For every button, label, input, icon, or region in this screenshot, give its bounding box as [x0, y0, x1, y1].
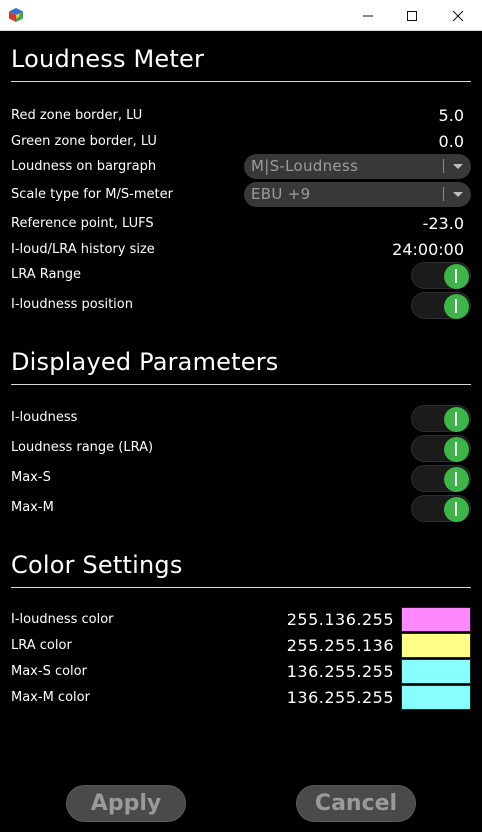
chevron-down-icon [453, 192, 463, 197]
row-reference-point: Reference point, LUFS -23.0 [11, 212, 471, 238]
red-zone-value[interactable]: 5.0 [439, 106, 464, 125]
toggle-on-mark [455, 269, 457, 283]
row-display-iloudness: I-loudness [11, 405, 471, 432]
toggle-knob [444, 437, 469, 462]
app-cube-icon [9, 8, 23, 22]
section-divider [11, 81, 471, 82]
bargraph-dropdown[interactable]: M|S-Loudness [244, 154, 471, 179]
green-zone-value[interactable]: 0.0 [439, 132, 464, 151]
row-green-zone: Green zone border, LU 0.0 [11, 130, 471, 156]
maximize-button[interactable] [389, 0, 435, 31]
close-button[interactable] [435, 0, 481, 31]
maxm-color-swatch[interactable] [401, 685, 471, 710]
row-bargraph: Loudness on bargraph M|S-Loudness [11, 154, 471, 180]
bargraph-selected-value: M|S-Loudness [251, 157, 359, 175]
toggle-on-mark [455, 299, 457, 313]
row-lra-color: LRA color 255.255.136 [11, 633, 471, 660]
toggle-on-mark [455, 472, 457, 486]
display-iloudness-toggle[interactable] [411, 405, 471, 432]
bargraph-label: Loudness on bargraph [11, 159, 157, 174]
scale-type-dropdown[interactable]: EBU +9 [244, 182, 471, 207]
lra-range-label: LRA Range [11, 267, 81, 282]
display-maxm-toggle[interactable] [411, 495, 471, 522]
close-icon [452, 10, 464, 21]
toggle-knob [444, 407, 469, 432]
dropdown-separator [443, 159, 444, 173]
section-title-displayed-parameters: Displayed Parameters [11, 348, 279, 376]
reference-point-value[interactable]: -23.0 [423, 214, 464, 233]
lra-color-label: LRA color [11, 638, 72, 653]
iloudness-color-label: I-loudness color [11, 612, 114, 627]
scale-type-selected-value: EBU +9 [251, 185, 311, 203]
lra-color-value[interactable]: 255.255.136 [287, 636, 394, 655]
row-scale-type: Scale type for M/S-meter EBU +9 [11, 182, 471, 208]
section-title-loudness-meter: Loudness Meter [11, 45, 205, 73]
section-divider [11, 384, 471, 385]
toggle-on-mark [455, 442, 457, 456]
row-display-lra: Loudness range (LRA) [11, 435, 471, 462]
toggle-on-mark [455, 412, 457, 426]
row-display-maxm: Max-M [11, 495, 471, 522]
row-history-size: I-loud/LRA history size 24:00:00 [11, 238, 471, 264]
display-maxs-label: Max-S [11, 470, 51, 485]
maxm-color-value[interactable]: 136.255.255 [287, 688, 394, 707]
chevron-down-icon [453, 164, 463, 169]
row-maxs-color: Max-S color 136.255.255 [11, 659, 471, 686]
red-zone-label: Red zone border, LU [11, 108, 143, 123]
section-divider [11, 587, 471, 588]
iloudness-color-value[interactable]: 255.136.255 [287, 610, 394, 629]
title-bar [0, 0, 482, 31]
display-maxm-label: Max-M [11, 500, 54, 515]
maxs-color-swatch[interactable] [401, 659, 471, 684]
row-red-zone: Red zone border, LU 5.0 [11, 104, 471, 130]
scale-type-label: Scale type for M/S-meter [11, 187, 173, 202]
dropdown-separator [443, 187, 444, 201]
cancel-button[interactable]: Cancel [296, 785, 416, 822]
row-iloudness-position: I-loudness position [11, 292, 471, 319]
reference-point-label: Reference point, LUFS [11, 216, 154, 231]
section-title-color-settings: Color Settings [11, 551, 183, 579]
minimize-button[interactable] [345, 0, 391, 31]
maxs-color-label: Max-S color [11, 664, 87, 679]
toggle-knob [444, 294, 469, 319]
toggle-knob [444, 497, 469, 522]
minimize-icon [363, 15, 373, 16]
lra-range-toggle[interactable] [411, 262, 471, 289]
toggle-knob [444, 264, 469, 289]
display-lra-toggle[interactable] [411, 435, 471, 462]
row-display-maxs: Max-S [11, 465, 471, 492]
display-iloudness-label: I-loudness [11, 410, 78, 425]
iloudness-position-toggle[interactable] [411, 292, 471, 319]
display-lra-label: Loudness range (LRA) [11, 440, 154, 455]
history-size-value[interactable]: 24:00:00 [392, 240, 464, 259]
green-zone-label: Green zone border, LU [11, 134, 157, 149]
iloudness-color-swatch[interactable] [401, 607, 471, 632]
row-lra-range: LRA Range [11, 262, 471, 289]
toggle-knob [444, 467, 469, 492]
apply-button[interactable]: Apply [66, 785, 186, 822]
maxm-color-label: Max-M color [11, 690, 90, 705]
lra-color-swatch[interactable] [401, 633, 471, 658]
iloudness-position-label: I-loudness position [11, 297, 133, 312]
row-iloudness-color: I-loudness color 255.136.255 [11, 607, 471, 634]
display-maxs-toggle[interactable] [411, 465, 471, 492]
maxs-color-value[interactable]: 136.255.255 [287, 662, 394, 681]
history-size-label: I-loud/LRA history size [11, 242, 155, 257]
row-maxm-color: Max-M color 136.255.255 [11, 685, 471, 712]
maximize-icon [407, 10, 417, 21]
toggle-on-mark [455, 502, 457, 516]
